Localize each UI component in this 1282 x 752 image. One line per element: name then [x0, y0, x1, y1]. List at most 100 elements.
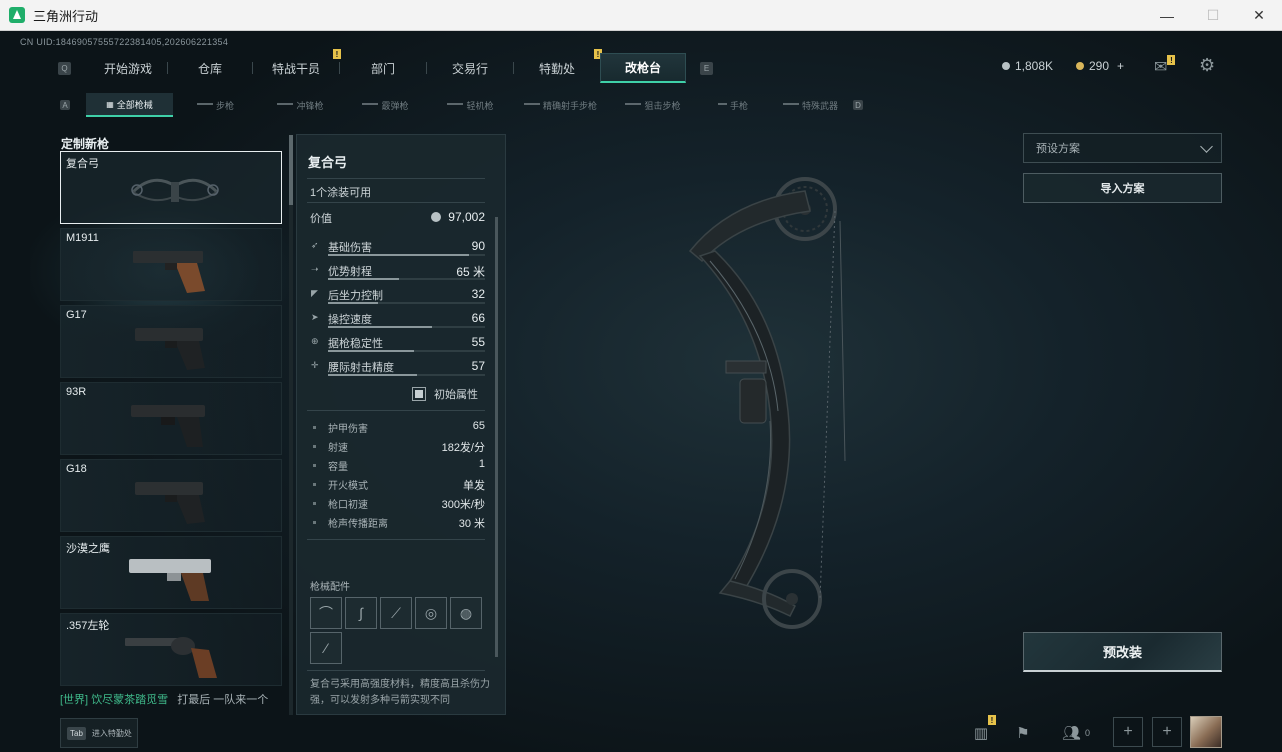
attachment-slot-sight-icon[interactable]: ◎ — [415, 597, 447, 629]
attr-fire-mode: 开火模式 单发 — [311, 477, 485, 495]
sniper-icon — [625, 103, 642, 107]
weapon-description: 复合弓采用高强度材料，精度高且杀伤力强，可以发射多种弓箭实现不同 — [310, 679, 490, 706]
attr-muzzle-velocity: 枪口初速 300米/秒 — [311, 496, 485, 514]
subtab-dmr[interactable]: 精确射手步枪 — [513, 93, 608, 117]
smg-icon — [277, 103, 294, 107]
player-uid: CN UID:18469057555722381405,202606221354 — [20, 37, 229, 47]
stat-bar-fill — [328, 278, 399, 280]
game-viewport: CN UID:18469057555722381405,202606221354… — [0, 31, 1282, 752]
subtab-special[interactable]: 特殊武器 — [768, 93, 853, 117]
attachment-slot-cam-icon[interactable]: ◍ — [450, 597, 482, 629]
gun-list-scrollbar[interactable] — [289, 135, 293, 715]
divider — [307, 202, 485, 203]
bullet-dot — [313, 521, 316, 524]
tab-start-game[interactable]: 开始游戏 — [89, 53, 167, 83]
gun-item-m1911[interactable]: M1911 — [60, 228, 282, 301]
add-currency-button[interactable]: + — [1117, 59, 1124, 73]
weapon-title: 复合弓 — [308, 155, 348, 170]
recoil-icon: ◤ — [311, 288, 318, 298]
chat-channel: [世界] — [60, 694, 89, 706]
import-preset-button[interactable]: 导入方案 — [1023, 173, 1222, 203]
bullet-dot — [313, 445, 316, 448]
subtab-pistols[interactable]: 手枪 — [698, 93, 768, 117]
attachment-slot-stabilizer-icon[interactable]: ⟋ — [380, 597, 412, 629]
stat-aim-stability: ⊕ 据枪稳定性 55 — [311, 335, 485, 352]
window-titlebar: 三角洲行动 — ☐ ✕ — [0, 0, 1282, 31]
value-label: 价值 — [310, 213, 332, 225]
stat-bar-fill — [328, 350, 415, 352]
gun-item-desert-eagle[interactable]: 沙漠之鹰 — [60, 536, 282, 609]
attachment-slot-grip-icon[interactable]: ∫ — [345, 597, 377, 629]
subtab-lmg[interactable]: 轻机枪 — [428, 93, 513, 117]
world-chat-line[interactable]: [世界] 饮尽蒙茶踏觅雪 打最后 一队来一个 — [60, 691, 268, 707]
initial-attributes-toggle[interactable]: 初始属性 — [412, 386, 478, 402]
weapon-value: 97,002 — [431, 210, 485, 224]
friends-button[interactable]: 👥︎ 0 — [1056, 717, 1096, 749]
stat-bar — [328, 254, 485, 256]
attachments-title: 枪械配件 — [310, 582, 350, 593]
gun-list: 复合弓 M1911 G17 93R G18 沙漠之鹰 .357左轮 — [60, 151, 282, 716]
attachment-slot-limb-icon[interactable]: ⌒ — [310, 597, 342, 629]
preset-dropdown[interactable]: 预设方案 — [1023, 133, 1222, 163]
window-title: 三角洲行动 — [33, 8, 99, 24]
compound-bow-thumbnail — [131, 178, 219, 202]
main-nav: Q 开始游戏 仓库 特战干员! 部门 交易行 特勤处! 改枪台 E — [58, 49, 713, 83]
close-button[interactable]: ✕ — [1236, 0, 1282, 31]
silver-currency: 1,808K — [1002, 59, 1053, 73]
range-icon: ➝ — [311, 264, 319, 274]
flag-icon[interactable]: ⚑ — [1006, 717, 1040, 749]
stat-bar — [328, 302, 485, 304]
gun-item-compound-bow[interactable]: 复合弓 — [60, 151, 282, 224]
tab-warehouse[interactable]: 仓库 — [168, 53, 252, 83]
divider — [307, 539, 485, 540]
tab-department[interactable]: 部门 — [340, 53, 426, 83]
tab-operators[interactable]: 特战干员! — [253, 49, 341, 83]
chat-username[interactable]: 饮尽蒙茶踏觅雪 — [91, 694, 168, 706]
tab-special-ops[interactable]: 特勤处! — [514, 49, 602, 83]
subtab-smg[interactable]: 冲锋枪 — [258, 93, 343, 117]
skins-available[interactable]: 1个涂装可用 — [310, 184, 371, 200]
maximize-button[interactable]: ☐ — [1190, 0, 1236, 31]
gun-item-g18[interactable]: G18 — [60, 459, 282, 532]
invite-slot-1-plus-icon[interactable]: + — [1113, 717, 1143, 747]
damage-icon: ➶ — [311, 240, 319, 250]
pre-modify-button[interactable]: 预改装 — [1023, 632, 1222, 672]
tab-exchange[interactable]: 交易行 — [427, 53, 513, 83]
settings-gear-icon[interactable]: ⚙ — [1199, 55, 1215, 76]
revolver-thumbnail — [125, 637, 217, 678]
attachment-slot-arrow-icon[interactable]: ⁄ — [310, 632, 342, 664]
player-avatar[interactable] — [1190, 716, 1222, 748]
stat-base-damage: ➶ 基础伤害 90 — [311, 239, 485, 256]
tab-key-hint: Tab — [67, 726, 86, 740]
grid-icon: ▦ — [106, 99, 114, 109]
desert-eagle-thumbnail — [129, 559, 211, 601]
attr-armor-damage: 护甲伤害 65 — [311, 420, 485, 438]
gold-coin-icon — [1076, 62, 1084, 70]
subtab-sniper[interactable]: 狙击步枪 — [608, 93, 698, 117]
subtab-rifles[interactable]: 步枪 — [173, 93, 258, 117]
gun-item-357-revolver[interactable]: .357左轮 — [60, 613, 282, 686]
nav-right-key-hint: E — [700, 61, 713, 75]
initial-attributes-checkbox[interactable] — [412, 387, 426, 401]
enter-special-ops-hint[interactable]: Tab 进入特勤处 — [60, 718, 138, 748]
stats-chart-icon[interactable]: ▥! — [964, 715, 998, 749]
subtab-all-weapons[interactable]: ▦ 全部枪械 — [86, 93, 173, 117]
window-controls: — ☐ ✕ — [1144, 0, 1282, 31]
gold-currency[interactable]: 290 + — [1076, 59, 1124, 73]
invite-slot-2-plus-icon[interactable]: + — [1152, 717, 1182, 747]
subtab-shotguns[interactable]: 霰弹枪 — [343, 93, 428, 117]
tab-gunsmith[interactable]: 改枪台 — [600, 53, 686, 83]
stat-bar-fill — [328, 326, 432, 328]
minimize-button[interactable]: — — [1144, 0, 1190, 31]
gun-item-g17[interactable]: G17 — [60, 305, 282, 378]
mail-icon[interactable]: ✉! — [1154, 55, 1176, 77]
gun-item-93r[interactable]: 93R — [60, 382, 282, 455]
bullet-dot — [313, 426, 316, 429]
rifle-icon — [196, 103, 213, 107]
detail-scrollbar[interactable] — [495, 217, 498, 657]
stability-icon: ⊕ — [311, 336, 319, 346]
weapon-category-nav: A ▦ 全部枪械 步枪 冲锋枪 霰弹枪 轻机枪 精确射手步枪 狙击步枪 手枪 特殊… — [60, 93, 863, 117]
handling-icon: ➤ — [311, 312, 319, 322]
special-weapon-icon — [782, 103, 799, 107]
stat-bar — [328, 374, 485, 376]
